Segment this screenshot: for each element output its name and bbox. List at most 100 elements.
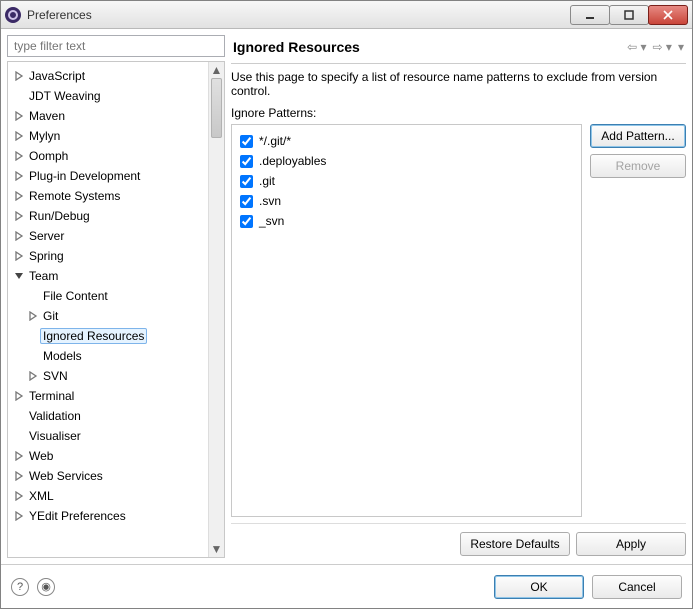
apply-button[interactable]: Apply bbox=[576, 532, 686, 556]
content-area: JavaScript JDT Weaving Maven Mylyn Oomph Plug… bbox=[1, 29, 692, 564]
progress-icon[interactable]: ◉ bbox=[37, 578, 55, 596]
tree-item-label: Oomph bbox=[26, 148, 71, 164]
ok-button[interactable]: OK bbox=[494, 575, 584, 599]
tree-item[interactable]: Server bbox=[8, 226, 208, 246]
tree-item[interactable]: Maven bbox=[8, 106, 208, 126]
minimize-button[interactable] bbox=[570, 5, 610, 25]
pattern-item[interactable]: _svn bbox=[240, 211, 573, 231]
tree-item-label: Git bbox=[40, 308, 61, 324]
patterns-label: Ignore Patterns: bbox=[231, 106, 686, 120]
pattern-item[interactable]: .svn bbox=[240, 191, 573, 211]
page-header: Ignored Resources ⇦ ▾ ⇨ ▾ ▾ bbox=[231, 35, 686, 64]
scroll-thumb[interactable] bbox=[211, 78, 222, 138]
tree-item[interactable]: Ignored Resources bbox=[8, 326, 208, 346]
tree-item[interactable]: Spring bbox=[8, 246, 208, 266]
chevron-right-icon[interactable] bbox=[26, 311, 40, 321]
chevron-right-icon[interactable] bbox=[12, 151, 26, 161]
forward-icon[interactable]: ⇨ ▾ bbox=[653, 40, 672, 54]
pattern-checkbox[interactable] bbox=[240, 215, 253, 228]
chevron-right-icon[interactable] bbox=[12, 171, 26, 181]
chevron-right-icon[interactable] bbox=[12, 471, 26, 481]
chevron-right-icon[interactable] bbox=[12, 511, 26, 521]
cancel-button[interactable]: Cancel bbox=[592, 575, 682, 599]
pattern-checkbox[interactable] bbox=[240, 175, 253, 188]
filter-input[interactable] bbox=[7, 35, 225, 57]
eclipse-icon bbox=[5, 7, 21, 23]
pattern-item[interactable]: */.git/* bbox=[240, 131, 573, 151]
tree-item-label: JDT Weaving bbox=[26, 88, 104, 104]
maximize-button[interactable] bbox=[609, 5, 649, 25]
close-button[interactable] bbox=[648, 5, 688, 25]
tree-item[interactable]: Oomph bbox=[8, 146, 208, 166]
tree-item[interactable]: YEdit Preferences bbox=[8, 506, 208, 526]
tree-item-label: Spring bbox=[26, 248, 67, 264]
chevron-right-icon[interactable] bbox=[26, 371, 40, 381]
tree-item-label: Maven bbox=[26, 108, 68, 124]
chevron-right-icon[interactable] bbox=[12, 391, 26, 401]
remove-button[interactable]: Remove bbox=[590, 154, 686, 178]
scroll-down-arrow[interactable]: ▼ bbox=[209, 541, 224, 557]
pattern-checkbox[interactable] bbox=[240, 135, 253, 148]
tree-item[interactable]: Team bbox=[8, 266, 208, 286]
tree-item[interactable]: Remote Systems bbox=[8, 186, 208, 206]
tree-item[interactable]: Run/Debug bbox=[8, 206, 208, 226]
tree-item[interactable]: JDT Weaving bbox=[8, 86, 208, 106]
page-description: Use this page to specify a list of resou… bbox=[231, 70, 686, 98]
tree-item[interactable]: Git bbox=[8, 306, 208, 326]
pattern-label: .deployables bbox=[259, 154, 326, 168]
chevron-right-icon[interactable] bbox=[12, 451, 26, 461]
tree-item-label: SVN bbox=[40, 368, 71, 384]
tree-item[interactable]: JavaScript bbox=[8, 66, 208, 86]
tree-item[interactable]: XML bbox=[8, 486, 208, 506]
tree-item-label: Models bbox=[40, 348, 85, 364]
chevron-right-icon[interactable] bbox=[12, 111, 26, 121]
chevron-right-icon[interactable] bbox=[12, 131, 26, 141]
tree-item[interactable]: File Content bbox=[8, 286, 208, 306]
chevron-down-icon[interactable] bbox=[12, 271, 26, 281]
pattern-checkbox[interactable] bbox=[240, 195, 253, 208]
pattern-item[interactable]: .git bbox=[240, 171, 573, 191]
tree-item-label: Visualiser bbox=[26, 428, 84, 444]
preferences-tree[interactable]: JavaScript JDT Weaving Maven Mylyn Oomph Plug… bbox=[8, 62, 208, 557]
tree-item[interactable]: Visualiser bbox=[8, 426, 208, 446]
pattern-item[interactable]: .deployables bbox=[240, 151, 573, 171]
chevron-right-icon[interactable] bbox=[12, 191, 26, 201]
tree-item-label: Server bbox=[26, 228, 67, 244]
tree-item[interactable]: Mylyn bbox=[8, 126, 208, 146]
tree-item-label: File Content bbox=[40, 288, 111, 304]
chevron-right-icon[interactable] bbox=[12, 71, 26, 81]
chevron-right-icon[interactable] bbox=[12, 491, 26, 501]
tree-item-label: Remote Systems bbox=[26, 188, 123, 204]
tree-item[interactable]: Web bbox=[8, 446, 208, 466]
window-controls bbox=[571, 5, 688, 25]
restore-defaults-button[interactable]: Restore Defaults bbox=[460, 532, 570, 556]
tree-item-label: Web Services bbox=[26, 468, 106, 484]
help-icon[interactable]: ? bbox=[11, 578, 29, 596]
tree-item-label: Ignored Resources bbox=[40, 328, 147, 344]
tree-item[interactable]: Validation bbox=[8, 406, 208, 426]
tree-item[interactable]: SVN bbox=[8, 366, 208, 386]
chevron-right-icon[interactable] bbox=[12, 251, 26, 261]
tree-scrollbar[interactable]: ▲ ▼ bbox=[208, 62, 224, 557]
help-icons: ? ◉ bbox=[11, 578, 55, 596]
titlebar: Preferences bbox=[1, 1, 692, 29]
patterns-row: */.git/* .deployables .git.svn_svn Add Pat… bbox=[231, 124, 686, 517]
window-title: Preferences bbox=[27, 8, 571, 22]
tree-item-label: Team bbox=[26, 268, 61, 284]
tree-item-label: YEdit Preferences bbox=[26, 508, 129, 524]
add-pattern-button[interactable]: Add Pattern... bbox=[590, 124, 686, 148]
scroll-up-arrow[interactable]: ▲ bbox=[209, 62, 224, 78]
pattern-label: */.git/* bbox=[259, 134, 291, 148]
chevron-right-icon[interactable] bbox=[12, 231, 26, 241]
page-footer: Restore Defaults Apply bbox=[231, 523, 686, 558]
patterns-list[interactable]: */.git/* .deployables .git.svn_svn bbox=[231, 124, 582, 517]
menu-icon[interactable]: ▾ bbox=[678, 40, 684, 54]
tree-item[interactable]: Terminal bbox=[8, 386, 208, 406]
back-icon[interactable]: ⇦ ▾ bbox=[627, 40, 646, 54]
chevron-right-icon[interactable] bbox=[12, 211, 26, 221]
tree-item-label: Web bbox=[26, 448, 56, 464]
pattern-checkbox[interactable] bbox=[240, 155, 253, 168]
tree-item[interactable]: Web Services bbox=[8, 466, 208, 486]
tree-item[interactable]: Plug-in Development bbox=[8, 166, 208, 186]
tree-item[interactable]: Models bbox=[8, 346, 208, 366]
